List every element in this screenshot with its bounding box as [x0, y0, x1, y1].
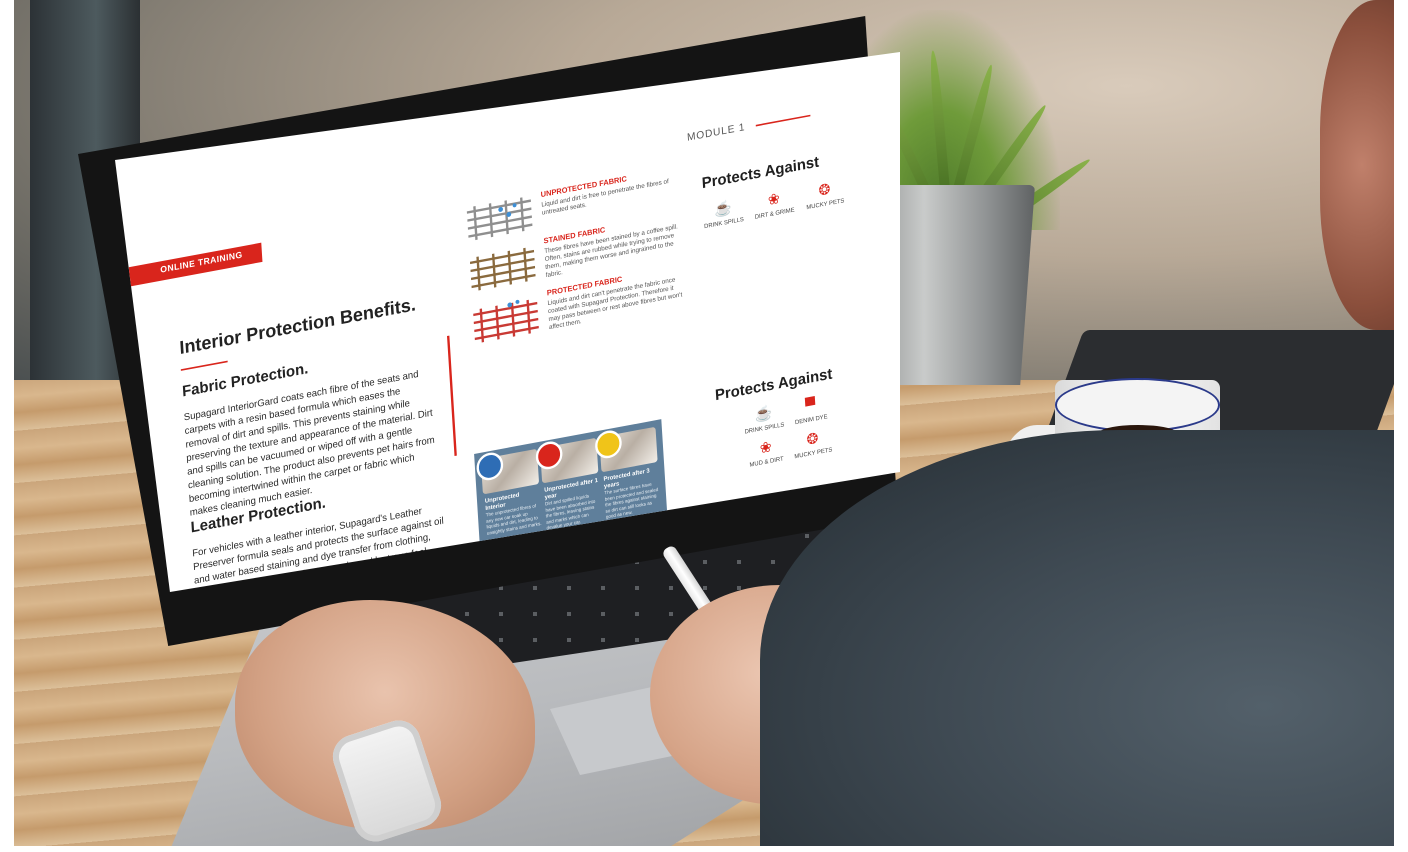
page-title: Interior Protection Benefits. [178, 293, 417, 359]
stained-fabric-text: These fibres have been stained by a coff… [544, 222, 678, 279]
photo-scene: MODULE 1 ONLINE TRAINING Interior Protec… [0, 0, 1408, 852]
person-head [1320, 0, 1408, 330]
section-divider [447, 335, 457, 456]
protected-fabric-image [469, 294, 543, 346]
title-underline [180, 360, 228, 371]
module-rule [755, 114, 811, 127]
jeans-icon: ▀ DENIM DYE [794, 396, 828, 426]
leather-col-unprotected: Unprotected Interior The unprotected fib… [484, 490, 542, 537]
stained-fabric-image [466, 242, 540, 294]
paw-icon: ❂ MUCKY PETS [806, 180, 845, 211]
mug-rim [1055, 378, 1220, 432]
paw-icon: ❂ MUCKY PETS [794, 429, 833, 460]
unprotected-fabric-image [463, 192, 537, 244]
module-tag: MODULE 1 [686, 120, 746, 144]
drink-spill-icon: ☕ DRINK SPILLS [703, 198, 745, 230]
online-training-badge: ONLINE TRAINING [128, 242, 263, 287]
dirt-grime-icon: ❀ DIRT & GRIME [754, 190, 795, 221]
